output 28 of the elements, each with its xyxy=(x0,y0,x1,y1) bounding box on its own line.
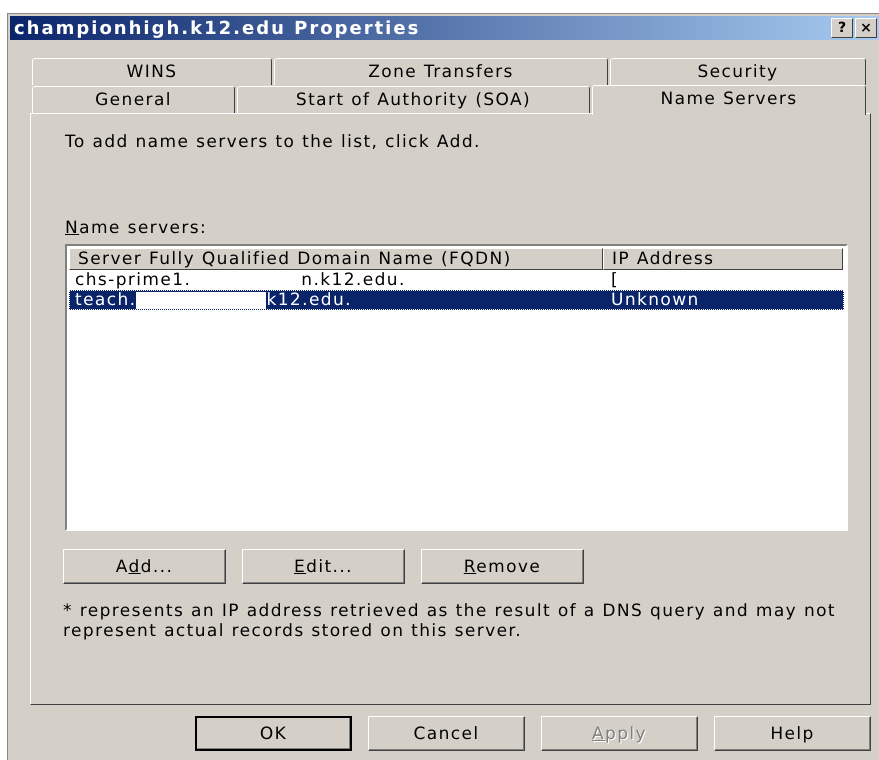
tab[interactable]: Zone Transfers xyxy=(274,58,608,85)
instruction-text: To add name servers to the list, click Add. xyxy=(65,132,482,152)
tab[interactable]: Security xyxy=(610,58,866,85)
add-button[interactable]: Ad d... xyxy=(63,549,226,584)
name-servers-list[interactable]: Server Fully Qualified Domain Name (FQDN) IP Address chs-prime1. n.k12.edu. [ teach. k12.edu. Unknown xyxy=(65,244,848,531)
edit-button[interactable]: Edit... xyxy=(242,549,405,584)
fqdn-text: chs-prime1. xyxy=(75,270,192,290)
tab[interactable]: General xyxy=(32,86,235,113)
tab[interactable]: Start of Authority (SOA) xyxy=(237,86,590,113)
list-label: N ame servers: xyxy=(65,218,208,238)
window-title: championhigh.k12.edu Properties xyxy=(14,18,420,38)
fqdn-text: k12.edu. xyxy=(266,290,352,310)
ip-address-text: Unknown xyxy=(611,290,700,310)
column-header[interactable]: IP Address xyxy=(603,248,843,270)
ok-button[interactable]: OK xyxy=(195,716,352,751)
close-button[interactable]: × xyxy=(855,18,877,38)
help-button[interactable]: Help xyxy=(714,716,871,751)
column-header[interactable]: Server Fully Qualified Domain Name (FQDN) xyxy=(69,248,603,270)
help-button[interactable]: ? xyxy=(831,18,853,38)
note-text: * represents an IP address retrieved as the result of a DNS query and may not represent actual records stored on this server. xyxy=(63,601,837,641)
ip-address-text: [ xyxy=(611,270,620,290)
list-row[interactable]: teach. k12.edu. Unknown xyxy=(69,290,844,310)
remove-button[interactable]: Remove xyxy=(421,549,584,584)
fqdn-text: n.k12.edu. xyxy=(301,270,406,290)
fqdn-text: teach. xyxy=(75,290,136,310)
cancel-button[interactable]: Cancel xyxy=(368,716,526,751)
tab[interactable]: Name Servers xyxy=(592,85,866,115)
tab[interactable]: WINS xyxy=(32,58,272,85)
